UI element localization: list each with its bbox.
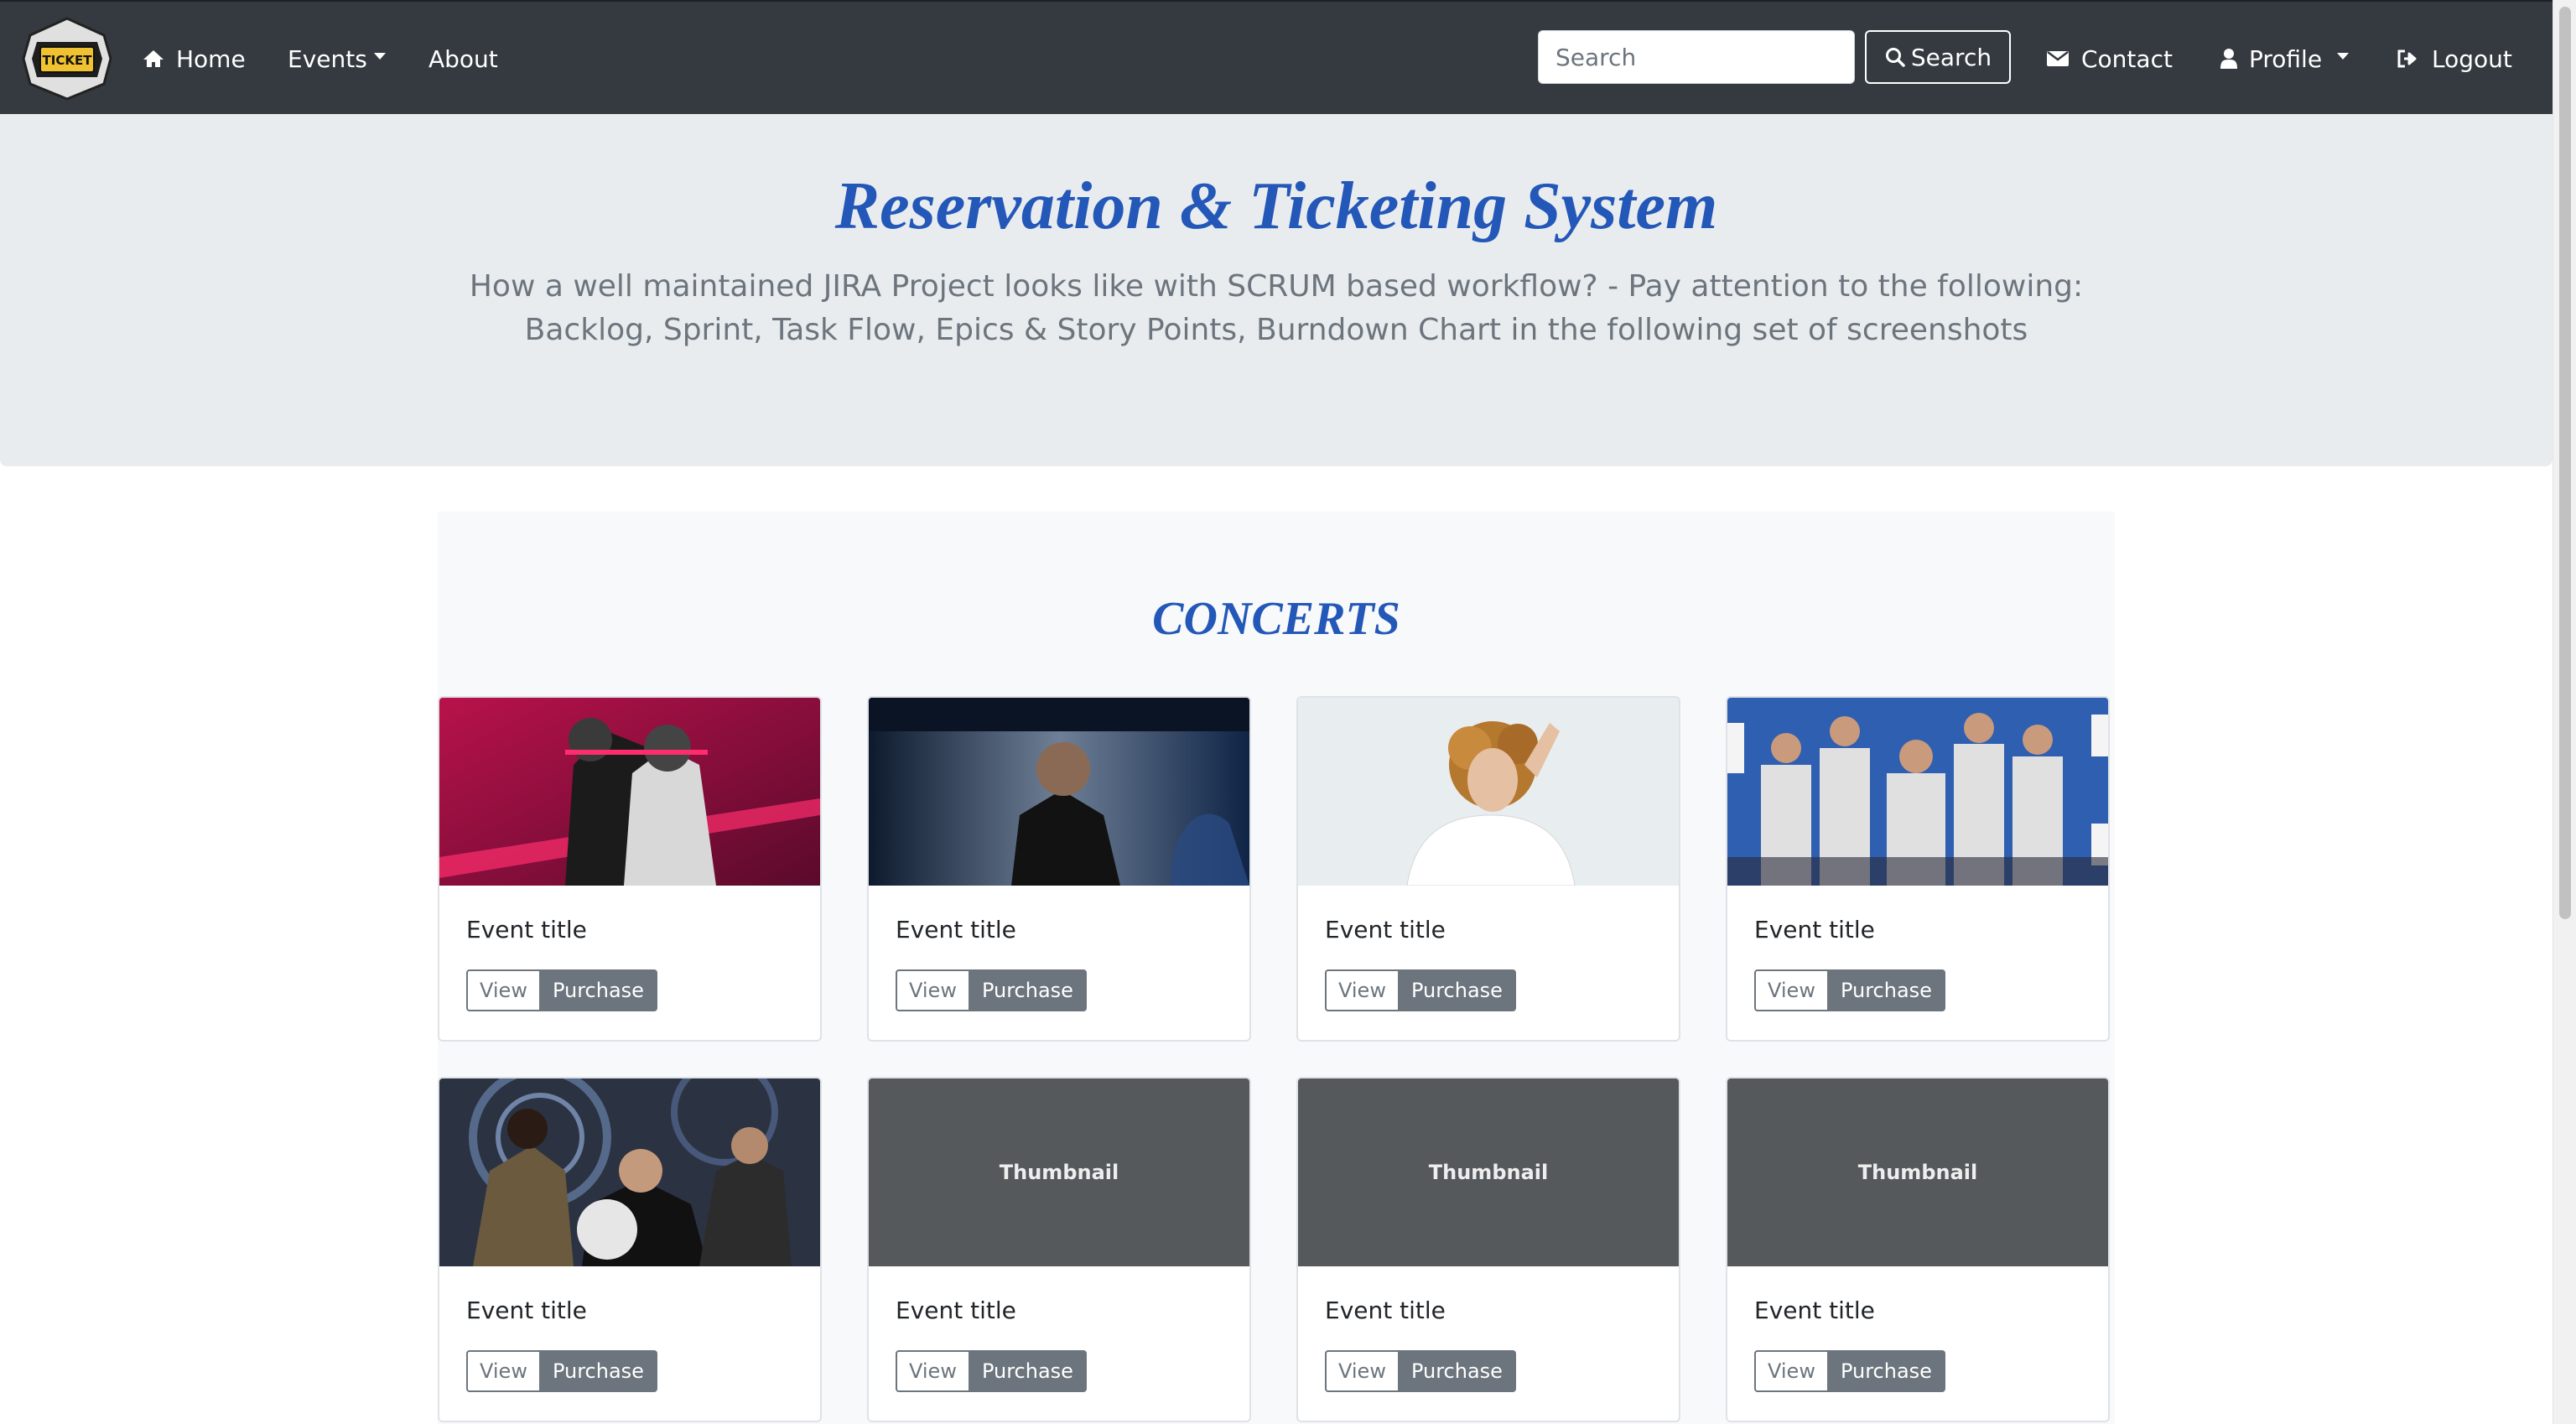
- scrollbar-thumb[interactable]: [2559, 7, 2571, 919]
- thumbnail-placeholder[interactable]: Thumbnail: [1298, 1078, 1679, 1266]
- event-card: Event title View Purchase: [1726, 696, 2110, 1042]
- event-image[interactable]: [1298, 698, 1679, 886]
- view-button[interactable]: View: [896, 1350, 970, 1392]
- page-scrollbar[interactable]: [2553, 0, 2576, 1424]
- purchase-button[interactable]: Purchase: [1399, 969, 1516, 1011]
- nav-logout[interactable]: Logout: [2397, 2, 2512, 116]
- envelope-icon: [2047, 51, 2069, 66]
- card-button-group: View Purchase: [1754, 1350, 1945, 1392]
- view-button[interactable]: View: [1754, 969, 1829, 1011]
- thumbnail-label: Thumbnail: [1428, 1161, 1549, 1184]
- event-card: Thumbnail Event title View Purchase: [1726, 1077, 2110, 1422]
- event-title: Event title: [896, 916, 1016, 943]
- view-button[interactable]: View: [1325, 1350, 1400, 1392]
- card-button-group: View Purchase: [466, 1350, 657, 1392]
- event-title: Event title: [466, 1297, 587, 1324]
- home-icon: [143, 50, 164, 67]
- event-card: Event title View Purchase: [438, 1077, 822, 1422]
- event-image[interactable]: [869, 698, 1249, 886]
- purchase-button[interactable]: Purchase: [540, 969, 657, 1011]
- purchase-button[interactable]: Purchase: [1828, 969, 1945, 1011]
- thumbnail-placeholder[interactable]: Thumbnail: [869, 1078, 1249, 1266]
- event-image[interactable]: [439, 1078, 820, 1266]
- view-button[interactable]: View: [466, 1350, 541, 1392]
- card-button-group: View Purchase: [466, 969, 657, 1011]
- nav-events-label: Events: [288, 44, 367, 73]
- nav-about[interactable]: About: [428, 2, 498, 116]
- search-input[interactable]: [1538, 30, 1855, 84]
- card-button-group: View Purchase: [1754, 969, 1945, 1011]
- view-button[interactable]: View: [1325, 969, 1400, 1011]
- event-title: Event title: [1754, 916, 1875, 943]
- event-title: Event title: [1325, 916, 1446, 943]
- caret-down-icon: [2337, 53, 2350, 60]
- hero-lead: How a well maintained JIRA Project looks…: [469, 269, 2084, 347]
- event-card: Thumbnail Event title View Purchase: [867, 1077, 1251, 1422]
- navbar: TICKET Home Events About Search Contact: [0, 0, 2553, 114]
- event-card: Event title View Purchase: [867, 696, 1251, 1042]
- purchase-button[interactable]: Purchase: [969, 1350, 1087, 1392]
- view-button[interactable]: View: [1754, 1350, 1829, 1392]
- card-button-group: View Purchase: [896, 969, 1087, 1011]
- thumbnail-placeholder[interactable]: Thumbnail: [1727, 1078, 2108, 1266]
- event-card: Event title View Purchase: [438, 696, 822, 1042]
- hero-jumbotron: Reservation & Ticketing System How a wel…: [0, 114, 2553, 466]
- event-image[interactable]: [439, 698, 820, 886]
- event-title: Event title: [896, 1297, 1016, 1324]
- nav-home-label: Home: [176, 44, 246, 73]
- event-title: Event title: [466, 916, 587, 943]
- card-button-group: View Purchase: [1325, 1350, 1516, 1392]
- ticket-logo-icon[interactable]: TICKET: [20, 17, 114, 101]
- nav-contact-label: Contact: [2081, 44, 2173, 73]
- thumbnail-label: Thumbnail: [999, 1161, 1119, 1184]
- nav-profile-label: Profile: [2249, 44, 2323, 73]
- card-button-group: View Purchase: [1325, 969, 1516, 1011]
- hero-title: Reservation & Ticketing System: [834, 169, 1718, 243]
- view-button[interactable]: View: [896, 969, 970, 1011]
- sign-out-icon: [2397, 49, 2417, 68]
- section-title: CONCERTS: [1152, 593, 1400, 645]
- nav-contact[interactable]: Contact: [2046, 2, 2173, 116]
- search-button-label: Search: [1910, 43, 1992, 71]
- nav-events-dropdown[interactable]: Events: [288, 2, 386, 116]
- event-title: Event title: [1325, 1297, 1446, 1324]
- event-card: Thumbnail Event title View Purchase: [1296, 1077, 1680, 1422]
- nav-home[interactable]: Home: [143, 2, 246, 116]
- view-button[interactable]: View: [466, 969, 541, 1011]
- event-image[interactable]: [1727, 698, 2108, 886]
- caret-down-icon: [373, 53, 386, 60]
- event-title: Event title: [1754, 1297, 1875, 1324]
- nav-logout-label: Logout: [2432, 44, 2512, 73]
- event-card: Event title View Purchase: [1296, 696, 1680, 1042]
- nav-profile-dropdown[interactable]: Profile: [2220, 2, 2350, 116]
- concerts-section: CONCERTS Event title View Purchase Event…: [438, 512, 2115, 1424]
- search-icon: [1885, 48, 1905, 67]
- thumbnail-label: Thumbnail: [1857, 1161, 1978, 1184]
- user-icon: [2220, 49, 2237, 69]
- purchase-button[interactable]: Purchase: [969, 969, 1087, 1011]
- search-button[interactable]: Search: [1865, 30, 2011, 84]
- svg-text:TICKET: TICKET: [43, 53, 93, 68]
- purchase-button[interactable]: Purchase: [540, 1350, 657, 1392]
- nav-about-label: About: [428, 44, 498, 73]
- purchase-button[interactable]: Purchase: [1828, 1350, 1945, 1392]
- purchase-button[interactable]: Purchase: [1399, 1350, 1516, 1392]
- card-button-group: View Purchase: [896, 1350, 1087, 1392]
